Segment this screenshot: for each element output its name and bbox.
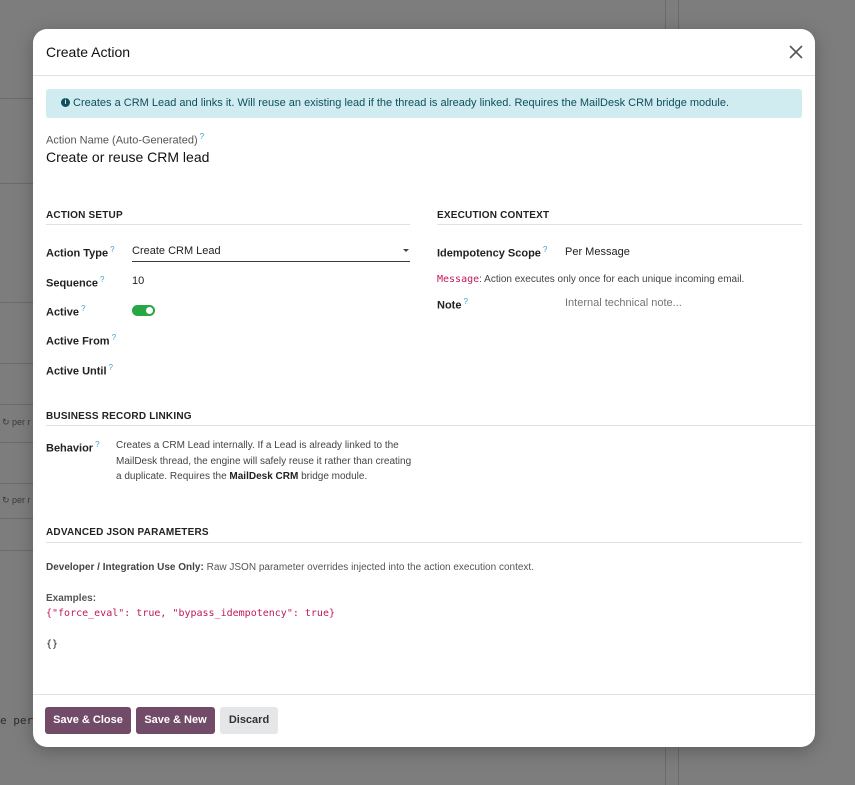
- background-fragment: e per: [0, 714, 34, 727]
- background-fragment-text: per r: [12, 417, 31, 427]
- action-type-label: Action Type?: [46, 245, 115, 260]
- examples-code: {"force_eval": true, "bypass_idempotency…: [46, 608, 335, 619]
- info-alert-text: Creates a CRM Lead and links it. Will re…: [73, 97, 730, 109]
- help-icon[interactable]: ?: [200, 132, 204, 141]
- idempotency-scope-label-text: Idempotency Scope: [437, 247, 541, 260]
- save-new-button[interactable]: Save & New: [136, 707, 215, 734]
- create-action-dialog: Create Action i Creates a CRM Lead and li…: [33, 29, 815, 747]
- developer-note: Developer / Integration Use Only: Raw JS…: [46, 562, 534, 573]
- section-divider: [437, 224, 802, 225]
- section-title-action-setup: Action Setup: [46, 210, 123, 221]
- background-fragment-text: per r: [12, 495, 31, 505]
- active-from-label-text: Active From: [46, 335, 110, 348]
- active-label: Active?: [46, 304, 85, 319]
- help-icon[interactable]: ?: [100, 275, 104, 284]
- hint-text: : Action executes only once for each uni…: [479, 274, 745, 285]
- active-from-label: Active From?: [46, 333, 116, 348]
- examples-label: Examples:: [46, 593, 97, 604]
- section-divider: [46, 542, 802, 543]
- help-icon[interactable]: ?: [112, 333, 116, 342]
- idempotency-hint: Message: Action executes only once for e…: [437, 274, 744, 285]
- active-toggle[interactable]: [132, 305, 155, 316]
- action-name-label-text: Action Name (Auto-Generated): [46, 134, 198, 147]
- behavior-label: Behavior?: [46, 440, 100, 455]
- section-title-execution-context: Execution Context: [437, 210, 550, 221]
- behavior-label-text: Behavior: [46, 442, 94, 455]
- background-divider: [0, 302, 34, 303]
- background-divider: [0, 550, 34, 551]
- action-type-label-text: Action Type: [46, 247, 109, 260]
- help-icon[interactable]: ?: [95, 440, 99, 449]
- save-close-button[interactable]: Save & Close: [45, 707, 131, 734]
- background-divider: [0, 363, 34, 364]
- dialog-header: Create Action: [33, 29, 815, 76]
- active-from-input[interactable]: [132, 333, 410, 347]
- section-title-business-record-linking: Business Record Linking: [46, 411, 192, 422]
- active-until-input[interactable]: [132, 363, 410, 377]
- hint-code: Message: [437, 274, 480, 285]
- behavior-tail-text: bridge module.: [301, 471, 368, 482]
- dialog-footer: Save & Close Save & New Discard: [33, 694, 815, 747]
- idempotency-scope-label: Idempotency Scope?: [437, 245, 547, 260]
- developer-note-label: Developer / Integration Use Only:: [46, 562, 204, 573]
- background-fragment: ↻ per r: [2, 417, 31, 427]
- action-name-label: Action Name (Auto-Generated)?: [46, 132, 204, 147]
- idempotency-scope-select[interactable]: Per Message: [565, 246, 630, 258]
- sequence-label-text: Sequence: [46, 277, 98, 290]
- sequence-input[interactable]: 10: [132, 275, 144, 287]
- active-until-label: Active Until?: [46, 363, 113, 378]
- action-type-value: Create CRM Lead: [132, 245, 221, 257]
- active-until-label-text: Active Until: [46, 365, 107, 378]
- behavior-description: Creates a CRM Lead internally. If a Lead…: [116, 438, 416, 485]
- info-alert: i Creates a CRM Lead and links it. Will r…: [46, 89, 802, 118]
- action-name-value: Create or reuse CRM lead: [46, 149, 210, 165]
- background-divider: [0, 98, 34, 99]
- help-icon[interactable]: ?: [109, 363, 113, 372]
- note-label-text: Note: [437, 299, 462, 312]
- section-title-advanced-json: Advanced JSON Parameters: [46, 527, 209, 538]
- active-label-text: Active: [46, 306, 80, 319]
- background-divider: [0, 404, 34, 405]
- section-divider: [46, 224, 410, 225]
- background-divider: [0, 483, 34, 484]
- background-divider: [0, 442, 34, 443]
- behavior-bold-text: MailDesk CRM: [229, 471, 299, 482]
- section-divider: [46, 425, 815, 426]
- discard-button[interactable]: Discard: [220, 707, 278, 734]
- help-icon[interactable]: ?: [463, 297, 467, 306]
- info-icon: i: [61, 97, 70, 107]
- caret-down-icon: [403, 249, 409, 252]
- developer-note-text: Raw JSON parameter overrides injected in…: [203, 562, 534, 573]
- help-icon[interactable]: ?: [543, 245, 547, 254]
- background-divider: [0, 518, 34, 519]
- close-icon[interactable]: [787, 43, 805, 61]
- help-icon[interactable]: ?: [81, 304, 85, 313]
- background-divider: [0, 183, 34, 184]
- help-icon[interactable]: ?: [110, 245, 114, 254]
- note-label: Note?: [437, 297, 468, 312]
- json-parameters-editor[interactable]: {}: [46, 639, 58, 650]
- action-type-select[interactable]: Create CRM Lead: [132, 244, 410, 262]
- toggle-knob: [146, 307, 153, 314]
- note-input[interactable]: [565, 295, 801, 310]
- dialog-title: Create Action: [46, 44, 131, 60]
- background-fragment: ↻ per r: [2, 495, 31, 505]
- sequence-label: Sequence?: [46, 275, 104, 290]
